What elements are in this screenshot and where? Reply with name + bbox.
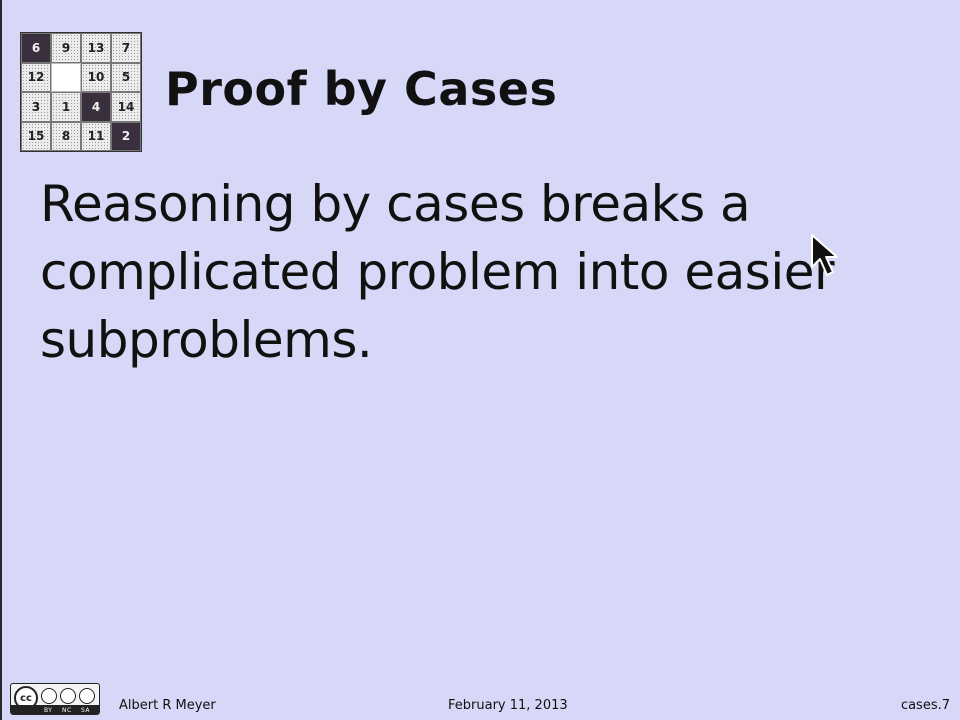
puzzle-tile: 3 (21, 92, 51, 122)
by-person-icon (41, 688, 57, 704)
nc-dollar-icon (60, 688, 76, 704)
puzzle-tile: 4 (81, 92, 111, 122)
footer-slide-id: cases.7 (900, 698, 950, 713)
puzzle-tile: 15 (21, 121, 51, 151)
slide: 6 9 13 7 12 10 5 3 1 4 14 15 8 11 2 Proof by Cases Rea… (0, 0, 960, 720)
puzzle-tile: 1 (51, 92, 81, 122)
puzzle-tile: 10 (81, 62, 111, 92)
puzzle-tile: 6 (21, 33, 51, 63)
fifteen-puzzle-logo: 6 9 13 7 12 10 5 3 1 4 14 15 8 11 2 (20, 32, 142, 152)
arrow-pointer-icon (811, 234, 838, 276)
puzzle-tile: 12 (21, 62, 51, 92)
slide-footer: cc BY NC SA Albert R Meyer February 11, … (2, 680, 960, 720)
puzzle-tile: 8 (51, 121, 81, 151)
puzzle-tile: 13 (81, 33, 111, 63)
slide-body-text: Reasoning by cases breaks a complicated … (40, 175, 835, 369)
puzzle-tile: 7 (111, 33, 141, 63)
footer-author: Albert R Meyer (119, 698, 216, 713)
license-label-nc: NC (62, 707, 72, 714)
license-label-by: BY (44, 707, 53, 714)
puzzle-tile: 14 (111, 92, 141, 122)
sa-share-icon (79, 688, 95, 704)
slide-title: Proof by Cases (165, 62, 558, 116)
footer-date: February 11, 2013 (448, 698, 568, 713)
puzzle-blank-tile (51, 62, 81, 92)
license-label-sa: SA (81, 707, 91, 714)
puzzle-tile: 9 (51, 33, 81, 63)
puzzle-tile: 11 (81, 121, 111, 151)
puzzle-tile: 5 (111, 62, 141, 92)
creative-commons-by-nc-sa-icon[interactable]: cc BY NC SA (10, 683, 100, 715)
puzzle-tile: 2 (111, 121, 141, 151)
